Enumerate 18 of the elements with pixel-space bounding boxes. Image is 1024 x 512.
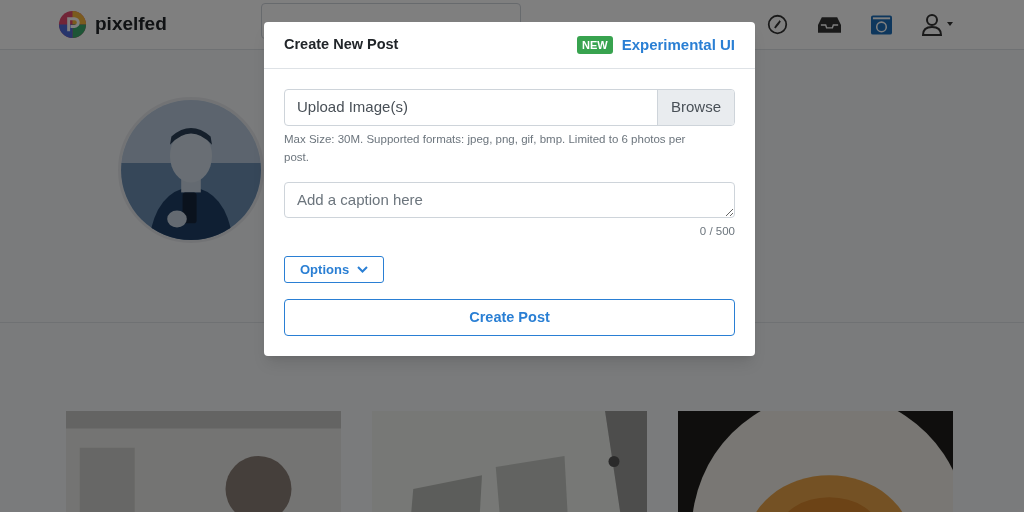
experimental-ui-link[interactable]: Experimental UI — [621, 33, 735, 57]
upload-label: Upload Image(s) — [296, 97, 409, 118]
brand-name[interactable]: pixelfed — [95, 10, 167, 39]
caption-field[interactable]: Add a caption here — [284, 182, 735, 218]
new-badge: NEW — [576, 35, 613, 55]
character-counter: 0 / 500 — [699, 224, 735, 239]
create-post-button[interactable]: Create Post — [284, 299, 735, 337]
browse-button[interactable]: Browse — [656, 90, 734, 125]
compass-icon[interactable] — [767, 14, 788, 35]
user-menu-icon[interactable] — [922, 13, 954, 36]
inbox-icon[interactable] — [818, 15, 841, 34]
upload-help-text: Max Size: 30M. Supported formats: jpeg, png, gif, bmp. Limited to 6 photos per post. — [284, 132, 687, 165]
logo-icon — [58, 10, 87, 39]
upload-field[interactable]: Upload Image(s) Browse — [284, 89, 735, 126]
options-button[interactable]: Options — [284, 256, 385, 284]
dialog-title: Create New Post — [284, 35, 399, 55]
chevron-down-icon — [357, 266, 369, 274]
camera-icon[interactable] — [871, 14, 892, 35]
